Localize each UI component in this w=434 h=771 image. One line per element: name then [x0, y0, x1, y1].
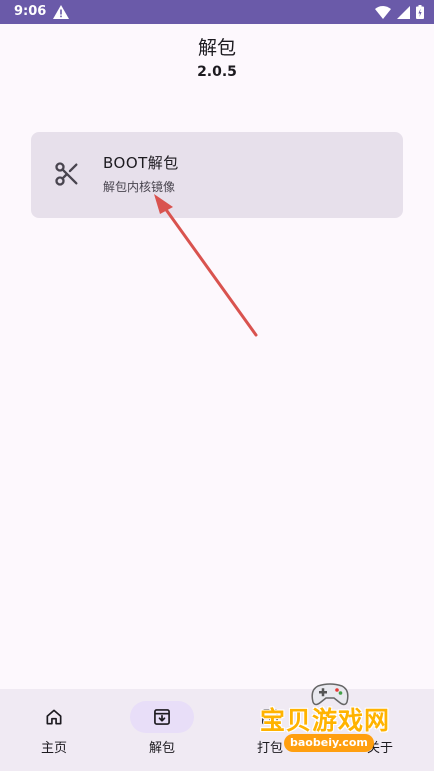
card-subtitle: 解包内核镜像 [103, 180, 176, 194]
gamepad-icon [311, 683, 349, 706]
watermark: 宝贝游戏网 baobeiy.com [256, 678, 404, 758]
status-time: 9:06 [14, 4, 47, 19]
nav-item-home[interactable]: 主页 [0, 689, 108, 771]
wifi-icon [375, 5, 391, 19]
annotation-arrow [154, 194, 258, 337]
boot-unpack-card[interactable]: BOOT解包 解包内核镜像 [31, 132, 403, 218]
battery-icon [416, 5, 424, 19]
status-bar: 9:06 [0, 0, 434, 24]
app-version: 2.0.5 [197, 64, 237, 80]
scissors-icon [55, 162, 78, 186]
home-icon [46, 709, 62, 725]
card-title: BOOT解包 [103, 154, 179, 172]
watermark-url: baobeiy.com [284, 734, 374, 752]
page-title: 解包 [197, 37, 236, 59]
alert-triangle-icon [53, 5, 69, 19]
status-icons [375, 4, 424, 20]
cellular-signal-icon [397, 5, 410, 19]
unpack-icon [154, 709, 170, 725]
nav-label-unpack: 解包 [148, 741, 175, 756]
nav-label-home: 主页 [40, 741, 67, 756]
watermark-text: 宝贝游戏网 [260, 706, 391, 735]
nav-item-unpack[interactable]: 解包 [108, 689, 216, 771]
